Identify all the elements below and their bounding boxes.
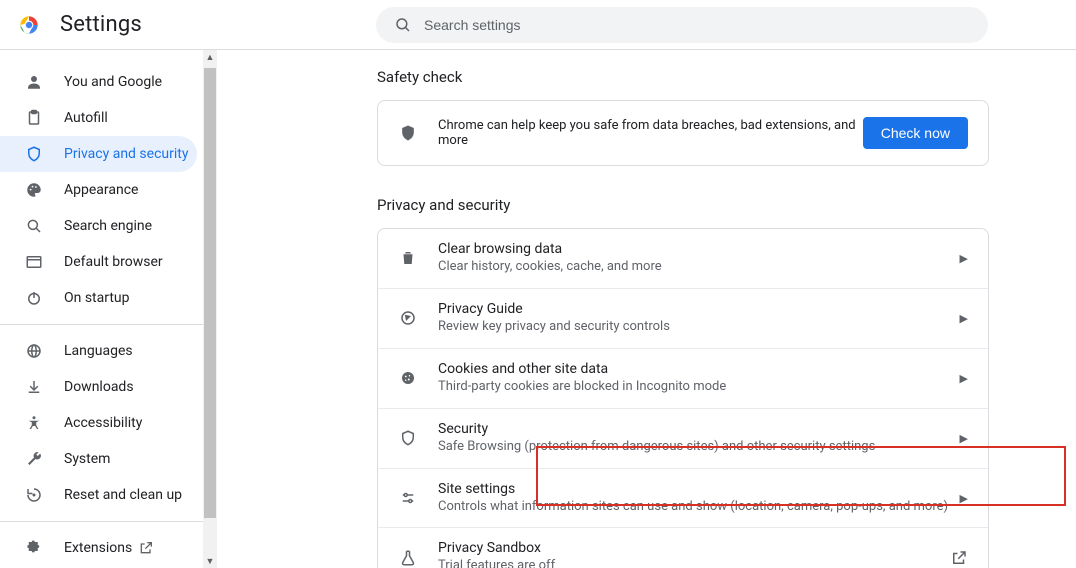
scrollbar[interactable]: ▲ ▼: [203, 50, 217, 568]
sidebar-item-label: Accessibility: [64, 415, 142, 431]
wrench-icon: [24, 449, 44, 469]
sidebar: You and Google Autofill Privacy and secu…: [0, 50, 217, 568]
restore-icon: [24, 485, 44, 505]
scroll-down-icon[interactable]: ▼: [203, 554, 217, 568]
sidebar-item-label: Search engine: [64, 218, 152, 234]
row-privacy-sandbox[interactable]: Privacy Sandbox Trial features are off: [378, 528, 988, 568]
safety-check-heading: Safety check: [377, 68, 989, 86]
row-subtitle: Review key privacy and security controls: [438, 319, 960, 336]
sidebar-item-label: Default browser: [64, 254, 163, 270]
row-subtitle: Third-party cookies are blocked in Incog…: [438, 379, 960, 396]
row-title: Site settings: [438, 481, 960, 497]
sidebar-item-label: Reset and clean up: [64, 487, 182, 503]
row-subtitle: Safe Browsing (protection from dangerous…: [438, 439, 960, 456]
chevron-right-icon: ▶: [960, 252, 968, 265]
shield-outline-icon: [398, 428, 418, 448]
shield-icon: [24, 144, 44, 164]
person-icon: [24, 72, 44, 92]
sidebar-item-autofill[interactable]: Autofill: [0, 100, 197, 136]
row-title: Clear browsing data: [438, 241, 960, 257]
sidebar-item-label: Downloads: [64, 379, 134, 395]
chevron-right-icon: ▶: [960, 492, 968, 505]
open-external-icon: [950, 549, 968, 567]
accessibility-icon: [24, 413, 44, 433]
search-icon: [394, 16, 412, 34]
sidebar-item-default-browser[interactable]: Default browser: [0, 244, 197, 280]
sidebar-item-reset[interactable]: Reset and clean up: [0, 477, 197, 513]
sidebar-item-accessibility[interactable]: Accessibility: [0, 405, 197, 441]
chevron-right-icon: ▶: [960, 372, 968, 385]
sidebar-item-downloads[interactable]: Downloads: [0, 369, 197, 405]
sidebar-item-extensions[interactable]: Extensions: [0, 530, 197, 566]
chevron-right-icon: ▶: [960, 312, 968, 325]
row-title: Privacy Guide: [438, 301, 960, 317]
sidebar-item-appearance[interactable]: Appearance: [0, 172, 197, 208]
sidebar-item-on-startup[interactable]: On startup: [0, 280, 197, 316]
sidebar-item-label: Languages: [64, 343, 133, 359]
sidebar-item-label: System: [64, 451, 110, 467]
app-title: Settings: [60, 12, 142, 37]
divider: [0, 521, 203, 522]
row-security[interactable]: Security Safe Browsing (protection from …: [378, 409, 988, 469]
row-title: Security: [438, 421, 960, 437]
shield-check-icon: [398, 123, 418, 143]
row-clear-browsing-data[interactable]: Clear browsing data Clear history, cooki…: [378, 229, 988, 289]
main-content: Safety check Chrome can help keep you sa…: [217, 50, 1076, 568]
sidebar-item-label: Extensions: [64, 540, 132, 556]
magnify-icon: [24, 216, 44, 236]
sidebar-item-label: Autofill: [64, 110, 108, 126]
scroll-up-icon[interactable]: ▲: [203, 50, 217, 64]
open-external-icon: [138, 540, 154, 556]
row-title: Cookies and other site data: [438, 361, 960, 377]
search-input[interactable]: [424, 17, 988, 33]
compass-icon: [398, 308, 418, 328]
sliders-icon: [398, 488, 418, 508]
clipboard-icon: [24, 108, 44, 128]
chevron-right-icon: ▶: [960, 432, 968, 445]
sidebar-item-search-engine[interactable]: Search engine: [0, 208, 197, 244]
safety-check-text: Chrome can help keep you safe from data …: [438, 118, 863, 148]
trash-icon: [398, 248, 418, 268]
chrome-logo-icon: [16, 12, 42, 38]
scrollbar-thumb[interactable]: [204, 68, 216, 518]
safety-check-card: Chrome can help keep you safe from data …: [377, 100, 989, 166]
privacy-security-heading: Privacy and security: [377, 196, 989, 214]
download-icon: [24, 377, 44, 397]
row-subtitle: Controls what information sites can use …: [438, 499, 960, 516]
row-cookies[interactable]: Cookies and other site data Third-party …: [378, 349, 988, 409]
search-box[interactable]: [376, 7, 988, 43]
divider: [0, 324, 203, 325]
row-site-settings[interactable]: Site settings Controls what information …: [378, 469, 988, 529]
palette-icon: [24, 180, 44, 200]
sidebar-item-system[interactable]: System: [0, 441, 197, 477]
row-subtitle: Clear history, cookies, cache, and more: [438, 259, 960, 276]
power-icon: [24, 288, 44, 308]
row-privacy-guide[interactable]: Privacy Guide Review key privacy and sec…: [378, 289, 988, 349]
sidebar-item-languages[interactable]: Languages: [0, 333, 197, 369]
privacy-card: Clear browsing data Clear history, cooki…: [377, 228, 989, 568]
extension-icon: [24, 538, 44, 558]
row-title: Privacy Sandbox: [438, 540, 950, 556]
sidebar-item-label: On startup: [64, 290, 130, 306]
sidebar-item-label: Privacy and security: [64, 146, 188, 162]
flask-icon: [398, 548, 418, 568]
sidebar-item-you-and-google[interactable]: You and Google: [0, 64, 197, 100]
cookie-icon: [398, 368, 418, 388]
sidebar-item-label: Appearance: [64, 182, 138, 198]
sidebar-item-label: You and Google: [64, 74, 162, 90]
check-now-button[interactable]: Check now: [863, 117, 968, 149]
globe-icon: [24, 341, 44, 361]
browser-icon: [24, 252, 44, 272]
sidebar-item-privacy-security[interactable]: Privacy and security: [0, 136, 197, 172]
row-subtitle: Trial features are off: [438, 558, 950, 568]
